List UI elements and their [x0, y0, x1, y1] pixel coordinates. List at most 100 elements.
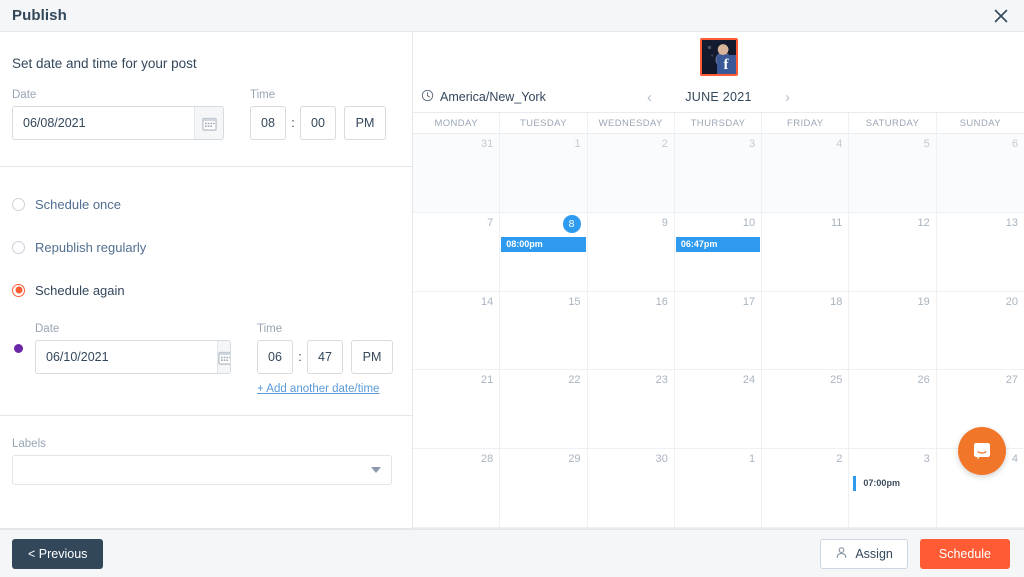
day-number: 26 — [917, 374, 930, 387]
day-number: 23 — [655, 374, 668, 387]
calendar-day-cell[interactable]: 17 — [674, 291, 763, 371]
day-number: 5 — [923, 138, 930, 150]
section-title: Set date and time for your post — [12, 56, 197, 71]
calendar-panel: f America/New_York ‹ JUNE 2021 › MONDAY … — [413, 32, 1024, 529]
day-number: 27 — [1005, 374, 1018, 387]
person-icon — [835, 546, 848, 562]
day-number: 19 — [917, 295, 930, 308]
calendar-day-cell[interactable]: 3 — [674, 134, 763, 213]
calendar-day-cell[interactable]: 23 — [587, 370, 675, 450]
calendar-day-cell[interactable]: 9 — [587, 212, 675, 292]
primary-datetime-row: Date 06/08/2021 Time 08: 00 PM — [12, 89, 412, 140]
secondary-hour-input[interactable]: 06 — [257, 340, 293, 374]
previous-button[interactable]: < Previous — [12, 538, 104, 569]
day-number: 28 — [481, 453, 494, 466]
calendar-day-cell[interactable]: 16 — [587, 291, 675, 371]
calendar-day-cell[interactable]: 3 07:00pm — [849, 449, 937, 528]
add-another-datetime-link[interactable]: + Add another date/time — [257, 383, 379, 395]
day-number: 13 — [1005, 216, 1018, 229]
calendar-event[interactable]: 07:00pm — [853, 476, 934, 492]
calendar-event[interactable]: 08:00pm — [501, 236, 586, 252]
calendar-day-cell[interactable]: 19 — [849, 291, 937, 371]
calendar-day-cell[interactable]: 20 — [936, 291, 1024, 371]
option-schedule-once[interactable]: Schedule once — [12, 193, 412, 215]
prev-month-icon[interactable]: ‹ — [633, 89, 667, 106]
calendar-event[interactable]: 06:47pm — [675, 236, 761, 252]
day-number-today: 8 — [562, 214, 581, 233]
schedule-button[interactable]: Schedule — [919, 538, 1010, 569]
secondary-date-input[interactable] — [36, 341, 217, 373]
labels-select[interactable] — [12, 455, 392, 485]
calendar-day-cell[interactable]: 15 — [500, 291, 588, 371]
calendar-day-cell[interactable]: 21 — [413, 370, 501, 450]
day-number: 20 — [1005, 295, 1018, 308]
radio-icon-schedule-again[interactable] — [12, 283, 25, 297]
calendar-day-cell[interactable]: 29 — [500, 449, 588, 528]
calendar-day-cell[interactable]: 31 — [413, 134, 501, 213]
primary-date-input[interactable] — [13, 107, 194, 139]
assign-button[interactable]: Assign — [820, 538, 908, 569]
day-number: 9 — [661, 216, 668, 229]
day-number: 18 — [830, 295, 843, 308]
calendar-day-cell[interactable]: 10 06:47pm — [674, 212, 763, 292]
day-number: 2 — [836, 453, 843, 466]
next-month-icon[interactable]: › — [771, 89, 805, 106]
calendar-day-cell[interactable]: 18 — [762, 291, 850, 371]
calendar-day-cell[interactable]: 26 — [849, 370, 937, 450]
chat-bubble-icon[interactable] — [958, 427, 1006, 475]
calendar-day-cell[interactable]: 1 — [674, 449, 763, 528]
secondary-time-separator: : — [298, 350, 302, 364]
calendar-day-cell[interactable]: 4 — [762, 134, 850, 213]
calendar-day-cell[interactable]: 12 — [849, 212, 937, 292]
secondary-minute-input[interactable]: 47 — [307, 340, 343, 374]
calendar-day-cell[interactable]: 14 — [413, 291, 501, 371]
calendar-day-cell[interactable]: 11 — [762, 212, 850, 292]
radio-icon-schedule-once[interactable] — [12, 197, 25, 211]
calendar-day-cell[interactable]: 13 — [936, 212, 1024, 292]
avatar[interactable]: f — [699, 38, 738, 76]
day-number: 1 — [574, 138, 581, 150]
calendar-day-cell[interactable]: 22 — [500, 370, 588, 450]
day-number: 21 — [481, 374, 494, 387]
occurrence-bullet-icon — [14, 344, 23, 353]
option-label: Schedule again — [35, 282, 125, 298]
secondary-date-field: Date — [35, 323, 231, 395]
day-number: 3 — [749, 138, 756, 150]
calendar-day-cell[interactable]: 2 — [762, 449, 850, 528]
option-republish-regularly[interactable]: Republish regularly — [12, 236, 412, 258]
secondary-date-input-wrap[interactable] — [35, 340, 231, 374]
secondary-time-field: Time 06 : 47 PM + Add another date/time — [257, 323, 401, 395]
day-number: 17 — [742, 295, 756, 308]
calendar-day-cell[interactable]: 8 08:00pm — [500, 212, 588, 292]
calendar-day-cell[interactable]: 6 — [936, 134, 1024, 213]
radio-icon-republish-regularly[interactable] — [12, 240, 25, 254]
calendar-icon[interactable] — [217, 341, 230, 373]
day-number: 11 — [831, 216, 843, 229]
primary-hour-input[interactable]: 08 — [250, 106, 286, 140]
calendar-day-cell[interactable]: 2 — [587, 134, 675, 213]
facebook-icon: f — [716, 55, 736, 74]
account-avatar-bar: f — [413, 32, 1024, 82]
weekday-monday: MONDAY — [413, 113, 501, 133]
primary-date-input-wrap[interactable] — [12, 106, 224, 140]
chevron-down-icon — [371, 467, 381, 473]
close-icon[interactable] — [990, 5, 1012, 27]
labels-field: Labels — [12, 438, 392, 485]
calendar-day-cell[interactable]: 7 — [413, 212, 501, 292]
primary-minute-input[interactable]: 00 — [300, 106, 336, 140]
primary-meridiem-select[interactable]: PM — [344, 106, 386, 140]
day-number: 29 — [568, 453, 581, 466]
calendar-day-cell[interactable]: 25 — [762, 370, 850, 450]
secondary-meridiem-select[interactable]: PM — [351, 340, 393, 374]
day-number: 30 — [655, 453, 668, 466]
calendar-day-cell[interactable]: 5 — [849, 134, 937, 213]
calendar-icon[interactable] — [194, 107, 223, 139]
primary-date-label: Date — [12, 89, 37, 101]
calendar-day-cell[interactable]: 30 — [587, 449, 675, 528]
primary-date-field: Date — [12, 89, 224, 140]
option-schedule-again[interactable]: Schedule again — [12, 279, 412, 301]
calendar-day-cell[interactable]: 1 — [500, 134, 588, 213]
secondary-datetime-row: Date 06/10/2021 Time 06: 47 PM + Add an… — [0, 323, 412, 395]
calendar-day-cell[interactable]: 28 — [413, 449, 501, 528]
calendar-day-cell[interactable]: 24 — [674, 370, 763, 450]
